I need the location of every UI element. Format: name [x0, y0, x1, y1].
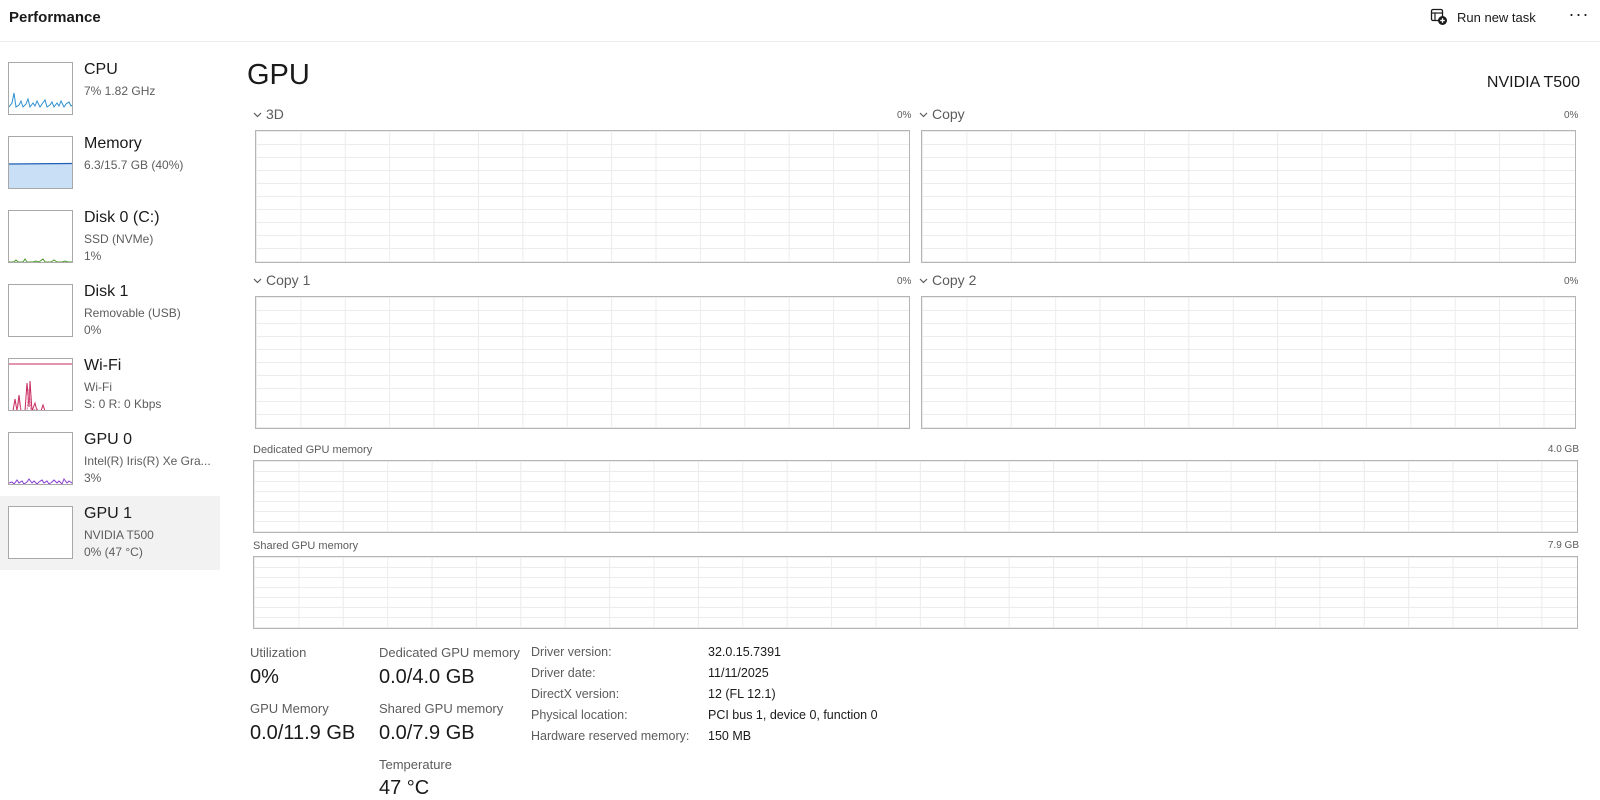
gpu-heading: GPU — [247, 59, 310, 91]
driver-version-key: Driver version: — [531, 645, 612, 659]
utilization-label: Utilization — [250, 645, 307, 660]
run-task-icon — [1430, 8, 1448, 26]
dedicated-stat-label: Dedicated GPU memory — [379, 645, 520, 660]
sidebar-item-name: Disk 1 — [84, 283, 129, 300]
sidebar-item-wifi[interactable]: Wi-Fi Wi-Fi S: 0 R: 0 Kbps — [0, 348, 220, 422]
engine-percent: 0% — [897, 276, 912, 287]
sidebar-item-value: S: 0 R: 0 Kbps — [84, 397, 162, 411]
engine-selector-3d[interactable]: 3D — [253, 106, 284, 122]
sidebar-item-detail: Removable (USB) — [84, 306, 181, 320]
sidebar-item-value: 0% — [84, 323, 102, 337]
gpu-1-thumbnail — [8, 506, 73, 559]
sidebar-item-cpu[interactable]: CPU 7% 1.82 GHz — [0, 52, 220, 126]
engine-selector-copy-1[interactable]: Copy 1 — [253, 272, 310, 288]
run-new-task-label: Run new task — [1457, 9, 1536, 25]
sidebar-item-name: Disk 0 (C:) — [84, 209, 160, 226]
dedicated-memory-graph — [253, 460, 1578, 533]
engine-graph-3d — [255, 130, 910, 263]
reserved-memory-value: 150 MB — [708, 729, 752, 743]
gpu-memory-label: GPU Memory — [250, 701, 329, 716]
sidebar-item-value: 1% — [84, 249, 102, 263]
temperature-value: 47 °C — [379, 777, 430, 799]
directx-version-value: 12 (FL 12.1) — [708, 687, 776, 701]
engine-graph-copy-1 — [255, 296, 910, 429]
sidebar-item-detail: Wi-Fi — [84, 380, 112, 394]
chevron-down-icon — [919, 272, 928, 288]
sidebar-item-detail: 7% 1.82 GHz — [84, 84, 156, 98]
chevron-down-icon — [253, 106, 262, 122]
shared-memory-graph — [253, 556, 1578, 629]
wifi-thumbnail — [8, 358, 73, 411]
shared-memory-label: Shared GPU memory — [253, 540, 359, 552]
physical-location-key: Physical location: — [531, 708, 628, 722]
shared-stat-value: 0.0/7.9 GB — [379, 722, 475, 744]
disk-0-thumbnail — [8, 210, 73, 263]
shared-stat-label: Shared GPU memory — [379, 701, 504, 716]
sidebar-item-name: Memory — [84, 135, 142, 152]
dedicated-memory-label: Dedicated GPU memory — [253, 444, 373, 456]
engine-percent: 0% — [1564, 110, 1579, 121]
utilization-value: 0% — [250, 666, 279, 688]
memory-thumbnail — [8, 136, 73, 189]
sidebar-item-gpu-1[interactable]: GPU 1 NVIDIA T500 0% (47 °C) — [0, 496, 220, 570]
sidebar-item-value: 0% (47 °C) — [84, 545, 143, 559]
engine-label: Copy — [932, 106, 965, 122]
sidebar-item-name: GPU 0 — [84, 431, 133, 448]
sidebar-item-name: GPU 1 — [84, 505, 133, 522]
driver-date-value: 11/11/2025 — [708, 666, 769, 680]
reserved-memory-key: Hardware reserved memory: — [531, 729, 690, 743]
sidebar: CPU 7% 1.82 GHz Memory 6.3/15.7 GB (40%)… — [0, 52, 220, 570]
physical-location-value: PCI bus 1, device 0, function 0 — [708, 708, 878, 722]
engine-graph-copy — [921, 130, 1576, 263]
gpu-memory-value: 0.0/11.9 GB — [250, 722, 356, 744]
sidebar-item-detail: Intel(R) Iris(R) Xe Gra... — [84, 454, 211, 468]
sidebar-item-detail: NVIDIA T500 — [84, 528, 154, 542]
sidebar-item-value: 3% — [84, 471, 102, 485]
chevron-down-icon — [919, 106, 928, 122]
engine-percent: 0% — [897, 110, 912, 121]
directx-version-key: DirectX version: — [531, 687, 620, 701]
engine-selector-copy-2[interactable]: Copy 2 — [919, 272, 976, 288]
gpu-0-thumbnail — [8, 432, 73, 485]
title-bar: Performance Run new task ··· — [0, 0, 1600, 42]
temperature-label: Temperature — [379, 757, 452, 772]
cpu-thumbnail — [8, 62, 73, 115]
sidebar-item-disk-0[interactable]: Disk 0 (C:) SSD (NVMe) 1% — [0, 200, 220, 274]
page-title: Performance — [9, 9, 101, 26]
engine-label: Copy 2 — [932, 272, 977, 288]
driver-date-key: Driver date: — [531, 666, 596, 680]
engine-label: 3D — [266, 106, 284, 122]
dedicated-stat-value: 0.0/4.0 GB — [379, 666, 475, 688]
sidebar-item-detail: 6.3/15.7 GB (40%) — [84, 158, 184, 172]
engine-selector-copy[interactable]: Copy — [919, 106, 965, 122]
chevron-down-icon — [253, 272, 262, 288]
sidebar-item-name: Wi-Fi — [84, 357, 122, 374]
dedicated-memory-max: 4.0 GB — [1547, 444, 1579, 455]
sidebar-item-disk-1[interactable]: Disk 1 Removable (USB) 0% — [0, 274, 220, 348]
shared-memory-max: 7.9 GB — [1547, 540, 1579, 551]
sidebar-item-detail: SSD (NVMe) — [84, 232, 154, 246]
sidebar-item-memory[interactable]: Memory 6.3/15.7 GB (40%) — [0, 126, 220, 200]
more-options-button[interactable]: ··· — [1566, 4, 1592, 28]
disk-1-thumbnail — [8, 284, 73, 337]
gpu-device-name: NVIDIA T500 — [1486, 74, 1580, 91]
driver-version-value: 32.0.15.7391 — [708, 645, 781, 659]
run-new-task-button[interactable]: Run new task — [1430, 5, 1536, 29]
engine-percent: 0% — [1564, 276, 1579, 287]
engine-graph-copy-2 — [921, 296, 1576, 429]
sidebar-item-gpu-0[interactable]: GPU 0 Intel(R) Iris(R) Xe Gra... 3% — [0, 422, 220, 496]
sidebar-item-name: CPU — [84, 61, 118, 78]
engine-label: Copy 1 — [266, 272, 311, 288]
